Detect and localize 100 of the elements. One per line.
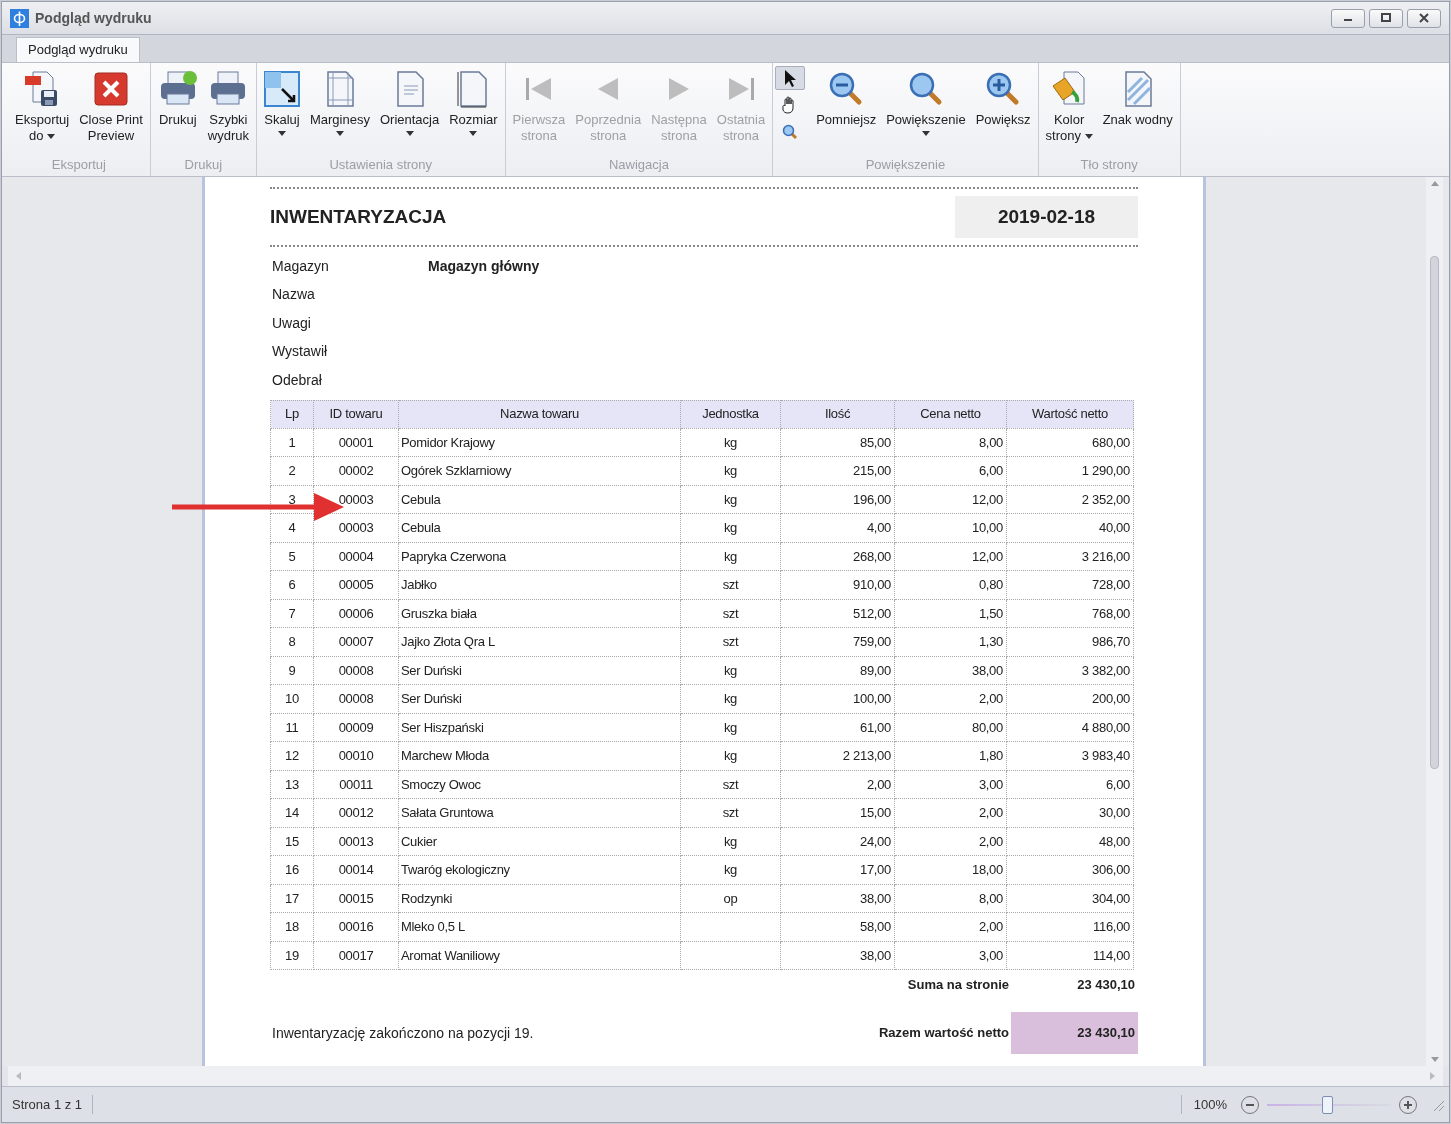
horizontal-scrollbar[interactable] xyxy=(8,1066,1443,1086)
table-cell: Jabłko xyxy=(398,570,681,599)
ribbon-button[interactable]: Szybki wydruk xyxy=(202,63,254,144)
table-cell: 215,00 xyxy=(780,456,895,485)
field-value: Magazyn główny xyxy=(428,256,540,276)
column-header: ID towaru xyxy=(313,400,399,428)
ribbon-group-label: Drukuj xyxy=(183,155,224,174)
table-cell: 17 xyxy=(270,884,314,913)
table-cell: 4,00 xyxy=(780,513,895,542)
scroll-right-icon[interactable] xyxy=(1430,1072,1435,1080)
table-cell: Smoczy Owoc xyxy=(398,770,681,799)
table-cell: 30,00 xyxy=(1006,798,1134,827)
table-cell: 512,00 xyxy=(780,599,895,628)
table-cell: kg xyxy=(680,713,781,742)
scale-icon xyxy=(263,71,300,107)
table-cell: 3,00 xyxy=(894,770,1007,799)
table-cell: 306,00 xyxy=(1006,855,1134,884)
scroll-up-icon[interactable] xyxy=(1430,181,1439,186)
table-cell: 6 xyxy=(270,570,314,599)
ribbon-button[interactable]: Marginesy xyxy=(304,63,375,138)
ribbon-button[interactable]: Skaluj xyxy=(258,63,305,138)
field-label: Magazyn xyxy=(272,256,330,276)
minimize-button[interactable] xyxy=(1331,8,1365,28)
ribbon-button[interactable]: Znak wodny xyxy=(1097,63,1178,128)
table-cell: Ser Hiszpański xyxy=(398,713,681,742)
table-cell: 11 xyxy=(270,713,314,742)
ribbon-button[interactable]: Pomniejsz xyxy=(811,63,882,128)
ribbon-button[interactable]: Close Print Preview xyxy=(74,63,148,144)
close-icon xyxy=(93,71,129,107)
ribbon-button[interactable]: Kolor strony xyxy=(1040,63,1098,144)
table-cell: kg xyxy=(680,542,781,571)
ribbon-group-label: Eksportuj xyxy=(50,155,107,174)
maximize-button[interactable] xyxy=(1369,8,1403,28)
table-cell: 680,00 xyxy=(1006,428,1134,457)
table-cell: 2,00 xyxy=(894,827,1007,856)
slider-thumb[interactable] xyxy=(1321,1095,1333,1114)
table-cell: 6,00 xyxy=(1006,770,1134,799)
table-cell: Jajko Złota Qra L xyxy=(398,627,681,656)
table-cell: 9 xyxy=(270,656,314,685)
table-cell: 1 xyxy=(270,428,314,457)
app-logo-icon xyxy=(10,8,29,28)
field-label: Odebrał xyxy=(272,370,323,390)
table-cell: 00004 xyxy=(313,542,399,571)
table-cell: 196,00 xyxy=(780,485,895,514)
table-cell: 18,00 xyxy=(894,855,1007,884)
ribbon-button[interactable]: Drukuj xyxy=(152,63,203,128)
table-cell: 116,00 xyxy=(1006,912,1134,941)
ribbon-button[interactable]: Rozmiar xyxy=(444,63,503,138)
table-cell: 61,00 xyxy=(780,713,895,742)
table-cell: 89,00 xyxy=(780,656,895,685)
table-cell: Ogórek Szklarniowy xyxy=(398,456,681,485)
report-title: INWENTARYZACJA xyxy=(270,204,447,229)
zoom-slider[interactable] xyxy=(1267,1094,1391,1115)
table-cell: Marchew Młoda xyxy=(398,741,681,770)
table-cell: Ser Duński xyxy=(398,656,681,685)
scroll-left-icon[interactable] xyxy=(16,1072,21,1080)
column-header: Wartość netto xyxy=(1006,400,1134,428)
table-cell: kg xyxy=(680,456,781,485)
table-cell: 13 xyxy=(270,770,314,799)
table-cell: 00012 xyxy=(313,798,399,827)
magnifier-icon xyxy=(782,124,799,140)
magnifier-icon xyxy=(907,71,944,107)
scroll-down-icon[interactable] xyxy=(1430,1057,1439,1062)
table-cell: 00014 xyxy=(313,855,399,884)
summary-note: Inwentaryzację zakończono na pozycji 19. xyxy=(271,1023,534,1043)
table-cell: 12 xyxy=(270,741,314,770)
table-cell: szt xyxy=(680,599,781,628)
ribbon-button[interactable]: Powiększ xyxy=(970,63,1036,128)
vertical-scrollbar[interactable] xyxy=(1426,177,1443,1066)
ribbon-button[interactable]: Eksportuj do xyxy=(10,63,75,144)
table-cell: 5 xyxy=(270,542,314,571)
table-cell: szt xyxy=(680,798,781,827)
table-cell: 00016 xyxy=(313,912,399,941)
ribbon-group-label: Ustawienia strony xyxy=(328,155,434,174)
table-cell: 304,00 xyxy=(1006,884,1134,913)
ribbon-button[interactable]: Orientacja xyxy=(374,63,445,138)
scroll-thumb[interactable] xyxy=(1430,256,1439,769)
column-header: Lp xyxy=(270,400,314,428)
table-cell: 00005 xyxy=(313,570,399,599)
table-cell: 19 xyxy=(270,941,314,970)
table-cell: 728,00 xyxy=(1006,570,1134,599)
table-cell: 00010 xyxy=(313,741,399,770)
zoom-level: 100% xyxy=(1180,1094,1227,1115)
table-cell: 00002 xyxy=(313,456,399,485)
close-button[interactable] xyxy=(1407,8,1441,28)
table-cell: 85,00 xyxy=(780,428,895,457)
table-cell: 80,00 xyxy=(894,713,1007,742)
table-cell: 58,00 xyxy=(780,912,895,941)
table-cell: 3 xyxy=(270,485,314,514)
table-cell: 3,00 xyxy=(894,941,1007,970)
table-cell: 00013 xyxy=(313,827,399,856)
ribbon-button[interactable]: Powiększenie xyxy=(881,63,971,138)
ribbon-tab[interactable]: Podgląd wydruku xyxy=(16,37,140,62)
table-cell: Aromat Waniliowy xyxy=(398,941,681,970)
column-header: Nazwa towaru xyxy=(398,400,681,428)
field-label: Wystawił xyxy=(272,342,329,362)
pointer-tool[interactable] xyxy=(775,66,806,90)
table-cell: kg xyxy=(680,656,781,685)
table-cell: 8,00 xyxy=(894,884,1007,913)
table-cell: Mleko 0,5 L xyxy=(398,912,681,941)
